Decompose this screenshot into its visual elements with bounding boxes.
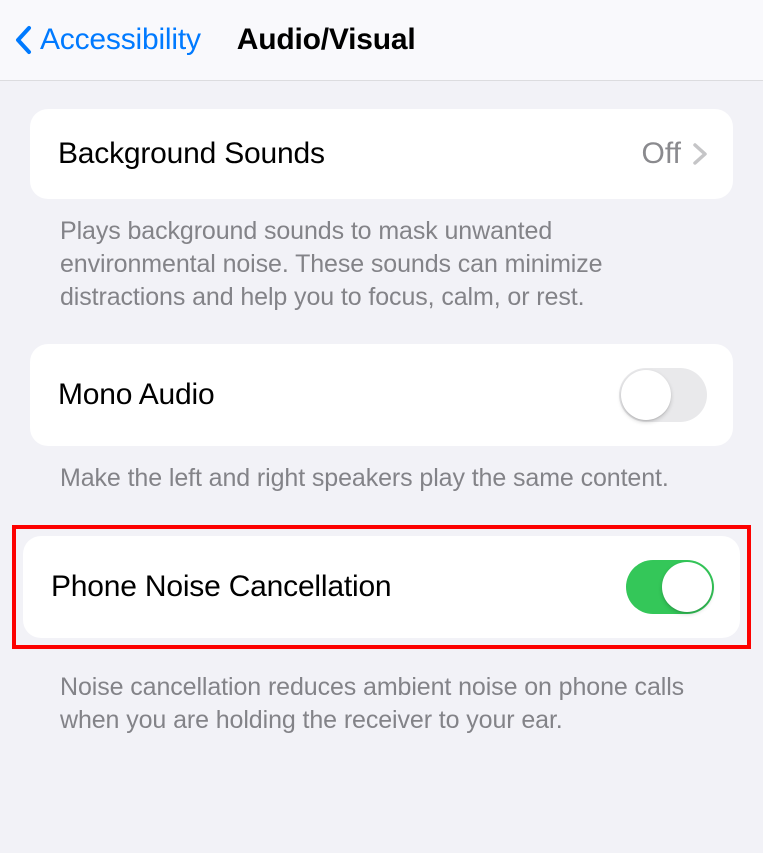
back-label: Accessibility <box>40 23 201 57</box>
phone-noise-cancellation-row: Phone Noise Cancellation <box>23 536 740 638</box>
mono-audio-footer: Make the left and right speakers play th… <box>30 446 733 495</box>
phone-noise-cancellation-footer: Noise cancellation reduces ambient noise… <box>30 655 733 737</box>
row-title: Background Sounds <box>58 137 642 171</box>
content-area: Background Sounds Off Plays background s… <box>0 81 763 737</box>
row-title: Phone Noise Cancellation <box>51 570 626 604</box>
page-title: Audio/Visual <box>237 23 416 57</box>
highlight-box: Phone Noise Cancellation <box>12 525 751 649</box>
mono-audio-toggle[interactable] <box>619 368 707 422</box>
mono-audio-row: Mono Audio <box>30 344 733 446</box>
navigation-bar: Accessibility Audio/Visual <box>0 0 763 81</box>
row-title: Mono Audio <box>58 378 619 412</box>
toggle-knob <box>621 370 671 420</box>
phone-noise-cancellation-toggle[interactable] <box>626 560 714 614</box>
background-sounds-footer: Plays background sounds to mask unwanted… <box>30 199 733 314</box>
chevron-right-icon <box>693 143 707 165</box>
back-button[interactable]: Accessibility <box>14 23 201 57</box>
background-sounds-group: Background Sounds Off Plays background s… <box>30 109 733 314</box>
row-value: Off <box>642 137 681 171</box>
background-sounds-row[interactable]: Background Sounds Off <box>30 109 733 199</box>
mono-audio-group: Mono Audio Make the left and right speak… <box>30 344 733 495</box>
phone-noise-cancellation-group: Phone Noise Cancellation Noise cancellat… <box>30 525 733 737</box>
toggle-knob <box>662 562 712 612</box>
chevron-left-icon <box>14 25 34 55</box>
